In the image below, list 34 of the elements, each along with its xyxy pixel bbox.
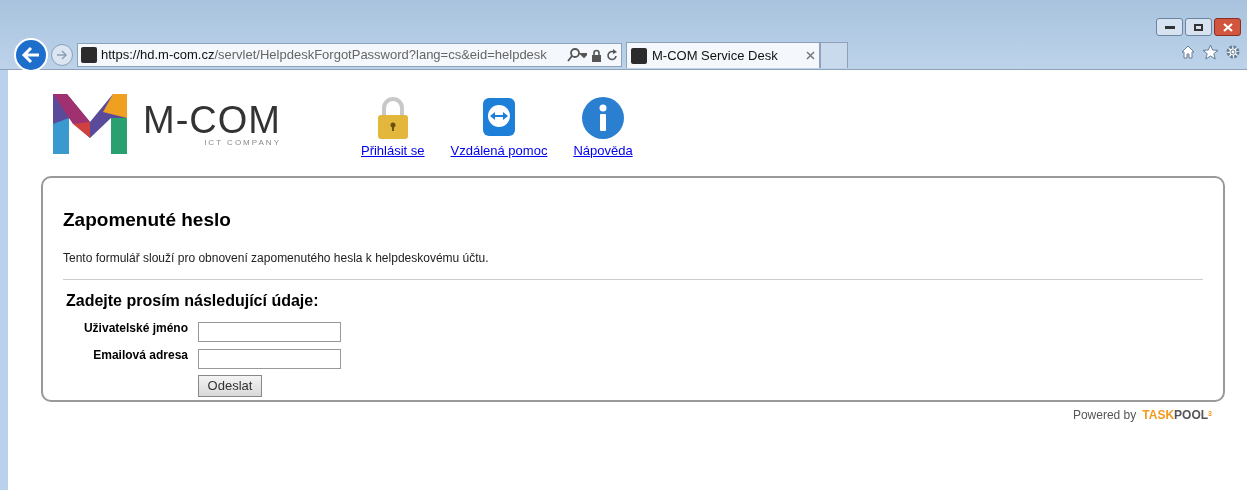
submit-button[interactable]: Odeslat [198,374,262,397]
form-description: Tento formulář slouží pro obnovení zapomenutého hesla k helpdeskovému účtu. [63,249,490,267]
back-arrow-icon [21,46,41,64]
field-label: Emailová adresa [92,346,188,364]
browser-tab[interactable]: M-COM Service Desk [626,42,820,68]
field-label: Uživatelské jméno [82,319,188,337]
input-field[interactable] [198,321,341,342]
minimize-button[interactable] [1156,18,1183,36]
logo-icon [53,94,127,154]
close-button[interactable] [1214,18,1241,36]
form-title: Zapomenuté heslo [63,208,232,232]
star-icon[interactable] [1202,44,1219,60]
nav-link[interactable]: Vzdálená pomoc [450,140,548,160]
settings-icon[interactable] [1225,44,1241,60]
back-button[interactable] [14,38,48,72]
refresh-icon[interactable] [606,48,618,62]
brand-logo: TASKPOOL$^{3}$ [1142,407,1212,424]
search-icon[interactable] [567,48,587,62]
form-subtitle: Zadejte prosím následující údaje: [66,290,320,311]
maximize-button[interactable] [1185,18,1212,36]
home-icon[interactable] [1180,44,1196,60]
logo-name: M-COM [143,101,281,139]
forward-arrow-icon [56,50,68,60]
nav-link[interactable]: Nápověda [573,140,633,160]
lock-icon[interactable] [591,48,602,62]
close-icon[interactable] [806,51,815,60]
input-field[interactable] [198,348,341,369]
address-bar[interactable]: https://hd.m-com.cz/servlet/HelpdeskForgotPassword?lang=cs&eid=helpdesk [77,43,622,67]
close-icon [1222,22,1233,32]
info-icon [581,95,626,140]
nav-link[interactable]: Přihlásit se [360,140,425,160]
url-text: https://hd.m-com.cz/servlet/HelpdeskForgotPassword?lang=cs&eid=helpdesk [101,46,547,65]
powered-by-text: Powered by [1072,407,1137,424]
logo-tagline: ICT COMPANY [204,139,281,147]
